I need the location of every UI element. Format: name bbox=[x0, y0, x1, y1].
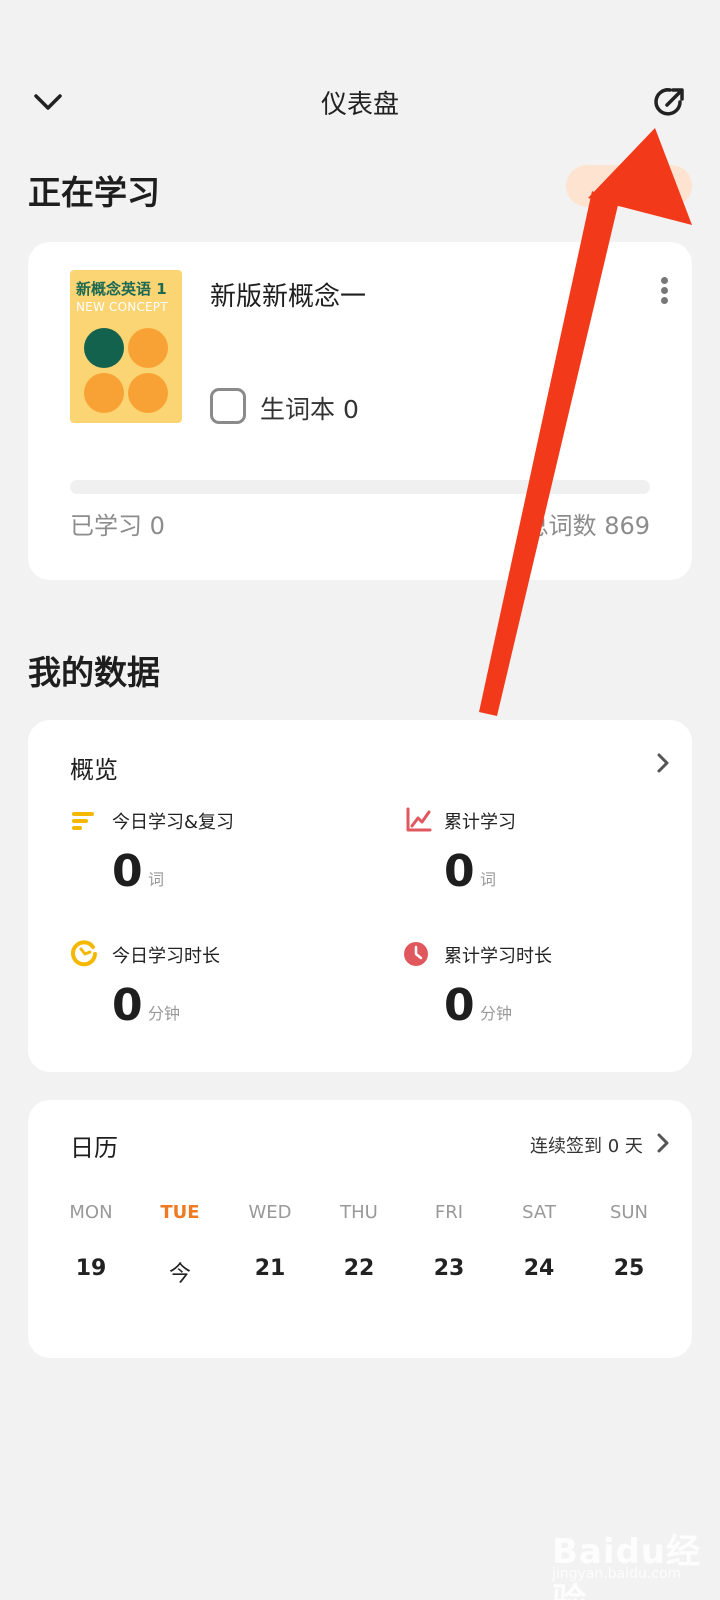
calendar-day[interactable]: 19 bbox=[46, 1256, 136, 1281]
bars-icon bbox=[70, 808, 96, 834]
vocab-book-label[interactable]: 生词本 0 bbox=[260, 390, 359, 426]
watermark-url: jingyan.baidu.com bbox=[552, 1566, 682, 1582]
stat-label: 累计学习时长 bbox=[444, 946, 552, 967]
page-title: 仪表盘 bbox=[320, 90, 399, 120]
cover-circle-decoration bbox=[128, 373, 168, 413]
overview-title[interactable]: 概览 bbox=[70, 750, 118, 785]
clock-icon bbox=[402, 940, 430, 968]
calendar-day[interactable]: 23 bbox=[404, 1256, 494, 1281]
watermark-logo: Baidu经验 bbox=[552, 1532, 702, 1600]
weekday-sun: SUN bbox=[609, 1202, 649, 1223]
book-name: 新版新概念一 bbox=[210, 282, 367, 312]
stat-unit: 词 bbox=[480, 870, 497, 889]
more-options-icon[interactable] bbox=[652, 274, 676, 310]
weekday-fri: FRI bbox=[434, 1202, 464, 1223]
stat-label: 今日学习&复习 bbox=[112, 812, 235, 833]
studying-section-title: 正在学习 bbox=[28, 173, 160, 212]
share-icon[interactable] bbox=[650, 82, 690, 122]
chevron-right-icon[interactable] bbox=[652, 752, 674, 774]
calendar-day[interactable]: 24 bbox=[494, 1256, 584, 1281]
chevron-right-icon[interactable] bbox=[652, 1132, 674, 1154]
vocab-checkbox[interactable] bbox=[210, 388, 246, 424]
weekday-thu: THU bbox=[340, 1202, 378, 1223]
switch-book-button[interactable]: 换 bbox=[566, 165, 692, 207]
weekday-tue: TUE bbox=[160, 1202, 200, 1223]
cover-circle-decoration bbox=[128, 328, 168, 368]
stat-label: 累计学习 bbox=[444, 812, 516, 833]
cover-subtitle: NEW CONCEPT bbox=[76, 300, 168, 314]
weekday-mon: MON bbox=[69, 1202, 113, 1223]
my-data-section-title: 我的数据 bbox=[28, 653, 160, 692]
learned-count: 已学习 0 bbox=[70, 512, 165, 540]
timer-icon bbox=[70, 940, 98, 968]
calendar-title[interactable]: 日历 bbox=[70, 1128, 118, 1163]
stat-unit: 词 bbox=[148, 870, 165, 889]
weekday-wed: WED bbox=[248, 1202, 292, 1223]
cover-title: 新概念英语 1 bbox=[76, 280, 167, 298]
stat-value: 0 bbox=[112, 980, 143, 1031]
stat-value: 0 bbox=[112, 846, 143, 897]
line-chart-icon bbox=[404, 806, 432, 834]
cover-circle-decoration bbox=[84, 373, 124, 413]
calendar-day[interactable]: 25 bbox=[584, 1256, 674, 1281]
stat-value: 0 bbox=[444, 980, 475, 1031]
cover-circle-decoration bbox=[84, 328, 124, 368]
calendar-day-today[interactable]: 今 bbox=[135, 1256, 225, 1288]
calendar-day[interactable]: 21 bbox=[225, 1256, 315, 1281]
stat-label: 今日学习时长 bbox=[112, 946, 220, 967]
checkin-streak[interactable]: 连续签到 0 天 bbox=[530, 1132, 643, 1158]
stat-unit: 分钟 bbox=[480, 1004, 513, 1023]
stat-value: 0 bbox=[444, 846, 475, 897]
calendar-day[interactable]: 22 bbox=[314, 1256, 404, 1281]
stat-unit: 分钟 bbox=[148, 1004, 181, 1023]
weekday-sat: SAT bbox=[522, 1202, 556, 1223]
total-word-count: 总词数 869 bbox=[524, 512, 650, 540]
book-cover: 新概念英语 1 NEW CONCEPT bbox=[70, 270, 182, 423]
study-progress-bar bbox=[70, 480, 650, 494]
